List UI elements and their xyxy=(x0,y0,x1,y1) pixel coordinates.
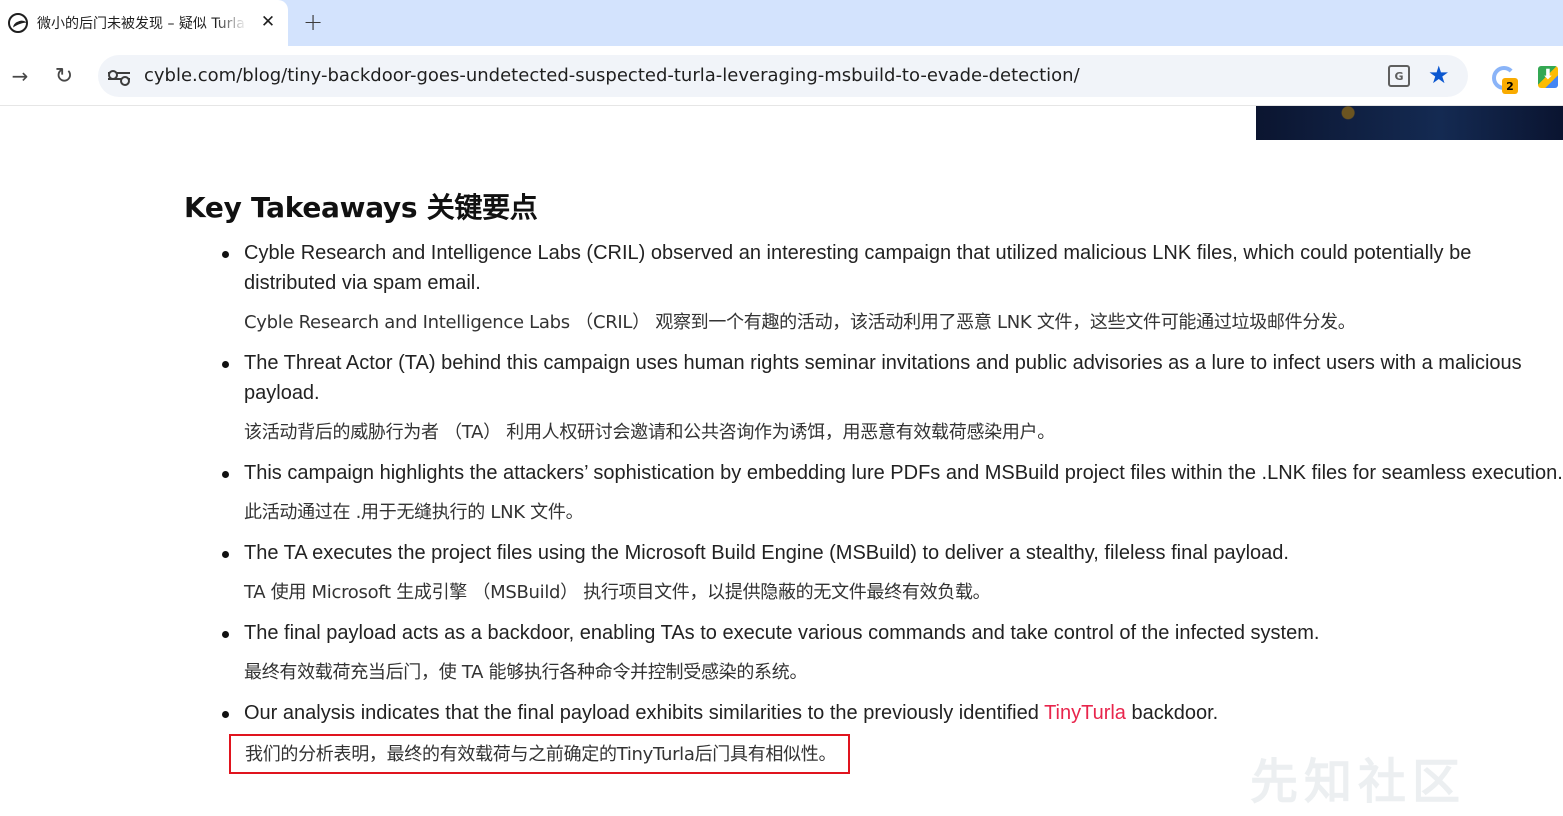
takeaway-english: The TA executes the project files using … xyxy=(244,542,1289,564)
takeaway-chinese-highlighted: 我们的分析表明，最终的有效载荷与之前确定的TinyTurla后门具有相似性。 xyxy=(229,734,851,774)
extension-badge: 2 xyxy=(1502,78,1518,94)
site-info-icon[interactable] xyxy=(108,65,130,87)
tab-strip: 微小的后门未被发现 – 疑似 Turla ✕ + xyxy=(0,0,1563,46)
reload-icon[interactable]: ↻ xyxy=(50,62,78,90)
section-heading: Key Takeaways 关键要点 xyxy=(184,191,538,224)
tab-title: 微小的后门未被发现 – 疑似 Turla xyxy=(37,16,245,32)
takeaway-english: Our analysis indicates that the final pa… xyxy=(244,698,1563,728)
article-hero-image xyxy=(1256,106,1563,140)
takeaway-english: The final payload acts as a backdoor, en… xyxy=(244,622,1320,644)
takeaway-english: This campaign highlights the attackers’ … xyxy=(244,462,1563,484)
forward-icon[interactable]: → xyxy=(6,62,34,90)
takeaway-english: Cyble Research and Intelligence Labs (CR… xyxy=(244,242,1472,294)
address-bar[interactable]: cyble.com/blog/tiny-backdoor-goes-undete… xyxy=(98,55,1468,97)
takeaway-text-before: Our analysis indicates that the final pa… xyxy=(244,702,1045,724)
takeaway-english: The Threat Actor (TA) behind this campai… xyxy=(244,352,1522,404)
article-body: Key Takeaways 关键要点 Cyble Research and In… xyxy=(184,188,1563,774)
list-item: Cyble Research and Intelligence Labs (CR… xyxy=(184,238,1563,338)
plus-icon[interactable]: + xyxy=(300,8,326,36)
close-icon[interactable]: ✕ xyxy=(258,11,278,33)
takeaway-text-after: backdoor. xyxy=(1125,702,1219,724)
list-item: This campaign highlights the attackers’ … xyxy=(184,458,1563,528)
star-icon[interactable]: ★ xyxy=(1428,61,1450,89)
takeaway-chinese: 最终有效载荷充当后门，使 TA 能够执行各种命令并控制受感染的系统。 xyxy=(244,662,808,683)
takeaways-list: Cyble Research and Intelligence Labs (CR… xyxy=(184,238,1563,784)
tinyturla-link[interactable]: TinyTurla xyxy=(1044,702,1126,724)
favicon-icon xyxy=(8,13,28,33)
translate-icon[interactable]: G xyxy=(1388,65,1410,87)
list-item: The TA executes the project files using … xyxy=(184,538,1563,608)
active-tab[interactable]: 微小的后门未被发现 – 疑似 Turla ✕ xyxy=(0,0,288,46)
takeaway-chinese: 此活动通过在 .用于无缝执行的 LNK 文件。 xyxy=(244,502,584,523)
url-text[interactable]: cyble.com/blog/tiny-backdoor-goes-undete… xyxy=(144,65,1080,86)
list-item: The Threat Actor (TA) behind this campai… xyxy=(184,348,1563,448)
watermark: 先知社区 xyxy=(1250,754,1467,810)
browser-toolbar: → ↻ cyble.com/blog/tiny-backdoor-goes-un… xyxy=(0,46,1563,106)
takeaway-chinese: 该活动背后的威胁行为者 （TA） 利用人权研讨会邀请和公共咨询作为诱饵，用恶意有… xyxy=(244,422,1055,443)
takeaway-chinese: TA 使用 Microsoft 生成引擎 （MSBuild） 执行项目文件，以提… xyxy=(244,582,991,603)
list-item: The final payload acts as a backdoor, en… xyxy=(184,618,1563,688)
download-icon[interactable]: ⬇ xyxy=(1538,66,1558,88)
takeaway-chinese: Cyble Research and Intelligence Labs （CR… xyxy=(244,312,1356,333)
